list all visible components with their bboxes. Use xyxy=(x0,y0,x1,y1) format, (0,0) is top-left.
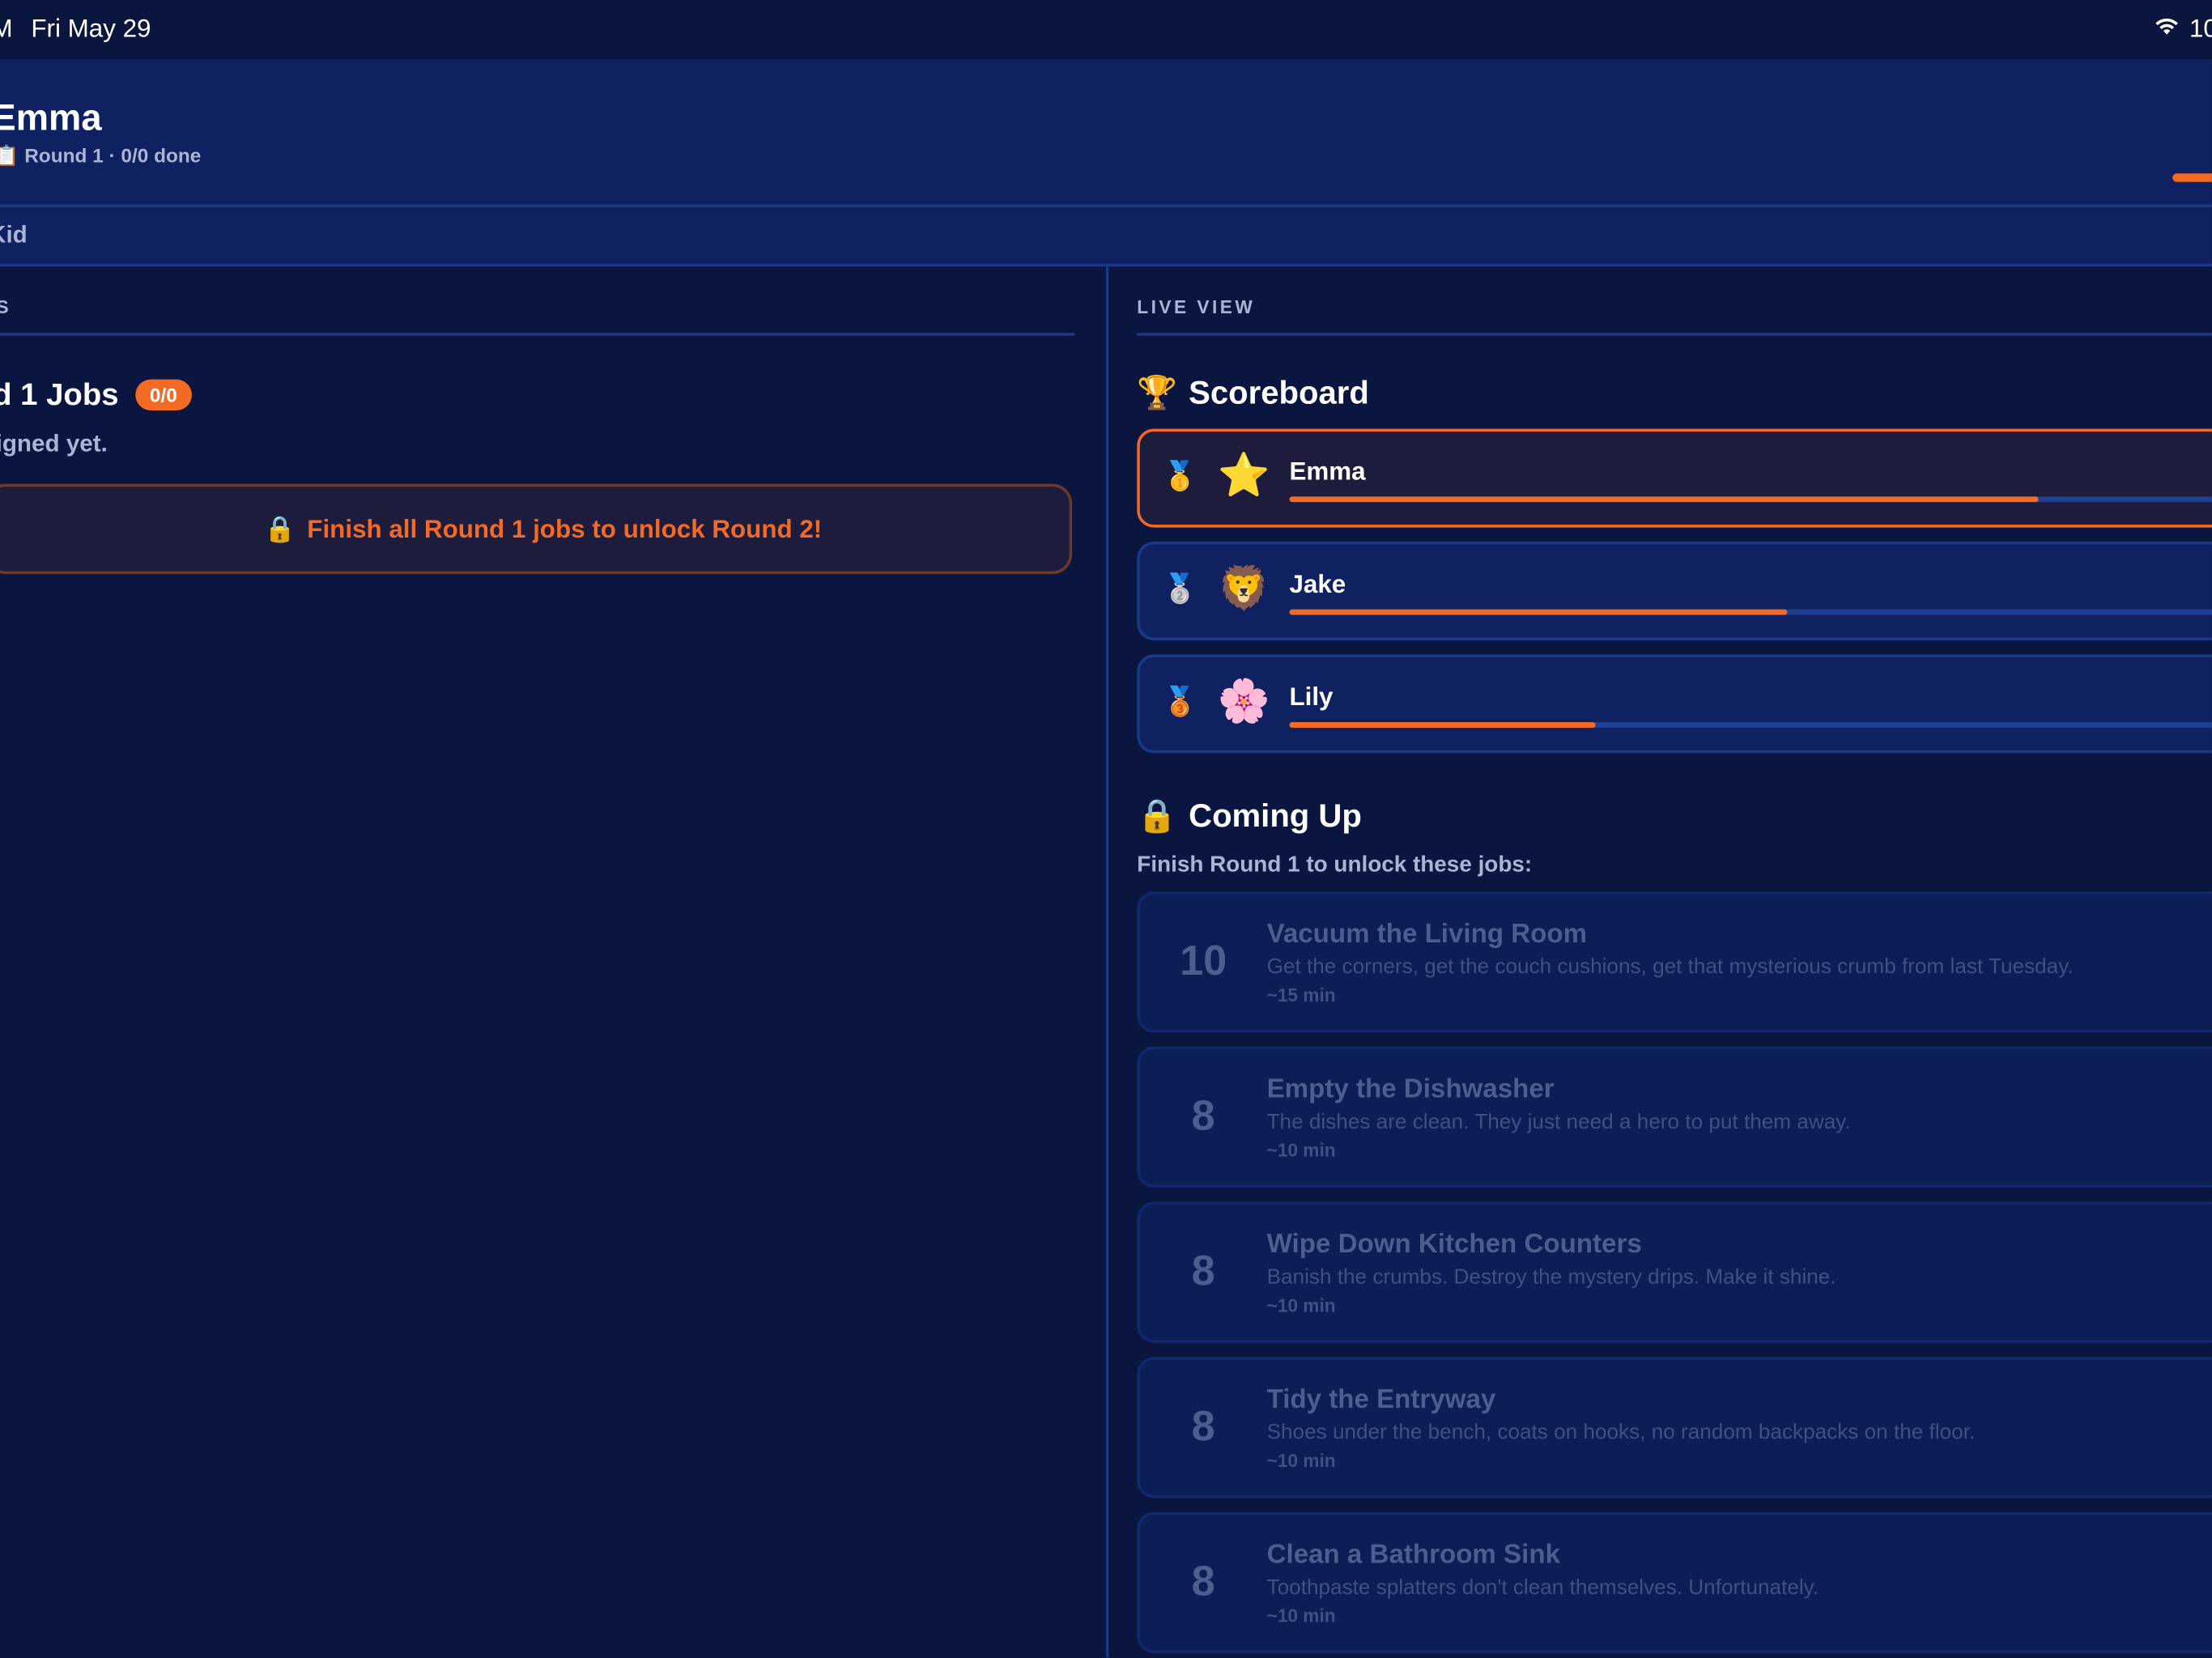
header-progress-bar xyxy=(2172,173,2212,182)
status-date: Fri May 29 xyxy=(31,14,151,43)
header: Emma 📋 Round 1 · 0/0 done xyxy=(0,59,2212,208)
job-description: Get the corners, get the couch cushions,… xyxy=(1266,954,2074,980)
job-description: The dishes are clean. They just need a h… xyxy=(1266,1110,1851,1134)
jobs-section-label: BS xyxy=(0,296,11,317)
locked-job-card: 8 Empty the Dishwasher The dishes are clea… xyxy=(1137,1046,2212,1188)
coming-up-heading: 🔒 Coming Up xyxy=(1137,797,1362,835)
player-progress-fill xyxy=(1289,722,1595,729)
scoreboard-title: Scoreboard xyxy=(1189,373,1369,411)
job-title: Tidy the Entryway xyxy=(1266,1384,1496,1415)
clipboard-icon: 📋 xyxy=(0,144,19,167)
scoreboard-heading: 🏆 Scoreboard xyxy=(1137,374,1369,412)
wifi-icon xyxy=(2153,14,2181,44)
jobs-section-divider xyxy=(0,333,1075,336)
job-points: 10 xyxy=(1180,937,1227,985)
rank-medal-icon: 🥈 xyxy=(1162,574,1198,606)
kid-switcher-bar[interactable]: Kid xyxy=(0,207,2212,267)
kid-switcher-label[interactable]: Kid xyxy=(0,222,28,250)
round-jobs-heading: und 1 Jobs 0/0 xyxy=(0,376,192,413)
job-title: Vacuum the Living Room xyxy=(1266,919,1588,950)
kid-name: Emma xyxy=(0,96,102,138)
coming-up-title: Coming Up xyxy=(1189,797,1362,834)
job-time-estimate: ~15 min xyxy=(1266,984,1336,1006)
live-view-label: LIVE VIEW xyxy=(1137,295,1256,318)
job-time-estimate: ~10 min xyxy=(1266,1139,1336,1161)
status-time: M xyxy=(0,14,13,42)
coming-up-note: Finish Round 1 to unlock these jobs: xyxy=(1137,853,1533,878)
status-left: M Fri May 29 xyxy=(0,14,151,44)
player-progress-track xyxy=(1289,609,2212,615)
scoreboard-row: 🥇 ⭐ Emma xyxy=(1137,428,2212,528)
player-name: Jake xyxy=(1289,569,1346,598)
job-time-estimate: ~10 min xyxy=(1266,1450,1336,1472)
job-time-estimate: ~10 min xyxy=(1266,1295,1336,1316)
player-name: Lily xyxy=(1289,682,1334,712)
locked-job-card: 10 Vacuum the Living Room Get the corners,… xyxy=(1137,891,2212,1033)
round-status-text: Round 1 · 0/0 done xyxy=(24,143,202,167)
lock-icon: 🔒 xyxy=(264,514,296,542)
battery-percent: 100 xyxy=(2189,14,2212,43)
round-jobs-title: und 1 Jobs xyxy=(0,376,119,412)
jobs-count-badge: 0/0 xyxy=(135,379,192,411)
live-view-panel: LIVE VIEW 🏆 Scoreboard 🥇 ⭐ Emma 🥈 🦁 Jake 🥉 🌸 Lil… xyxy=(1108,266,2212,1658)
job-title: Wipe Down Kitchen Counters xyxy=(1266,1230,1642,1260)
rank-medal-icon: 🥇 xyxy=(1162,461,1198,493)
player-avatar: 🦁 xyxy=(1217,565,1270,613)
unlock-round-banner: 🔒 Finish all Round 1 jobs to unlock Roun… xyxy=(0,483,1073,575)
rank-medal-icon: 🥉 xyxy=(1162,687,1198,718)
round-status: 📋 Round 1 · 0/0 done xyxy=(0,144,201,168)
locked-job-card: 8 Clean a Bathroom Sink Toothpaste splatte… xyxy=(1137,1511,2212,1653)
status-bar: M Fri May 29 100 xyxy=(0,0,2212,60)
player-progress-fill xyxy=(1289,609,1787,615)
no-jobs-note: ssigned yet. xyxy=(0,430,108,457)
job-points: 8 xyxy=(1191,1093,1215,1140)
player-progress-track xyxy=(1289,722,2212,729)
locked-job-card: 8 Tidy the Entryway Shoes under the bench,… xyxy=(1137,1357,2212,1499)
player-progress-track xyxy=(1289,496,2212,503)
job-description: Banish the crumbs. Destroy the mystery d… xyxy=(1266,1265,1836,1290)
scoreboard-row: 🥉 🌸 Lily xyxy=(1137,654,2212,754)
app-screen: M Fri May 29 100 Emma 📋 Round 1 · 0/0 do… xyxy=(0,0,2212,1658)
player-avatar: 🌸 xyxy=(1217,678,1270,725)
lock-icon: 🔒 xyxy=(1137,797,1178,834)
scoreboard-row: 🥈 🦁 Jake xyxy=(1137,542,2212,641)
job-title: Clean a Bathroom Sink xyxy=(1266,1540,1560,1571)
job-title: Empty the Dishwasher xyxy=(1266,1074,1555,1105)
job-time-estimate: ~10 min xyxy=(1266,1605,1336,1626)
live-view-divider xyxy=(1137,333,2212,336)
trophy-icon: 🏆 xyxy=(1137,373,1178,411)
player-name: Emma xyxy=(1289,457,1366,486)
jobs-panel: BS und 1 Jobs 0/0 ssigned yet. 🔒 Finish … xyxy=(0,266,1109,1658)
job-description: Toothpaste splatters don't clean themsel… xyxy=(1266,1575,1819,1600)
player-progress-fill xyxy=(1289,496,2039,503)
status-right: 100 xyxy=(2153,14,2212,44)
job-points: 8 xyxy=(1191,1403,1215,1451)
unlock-round-text: Finish all Round 1 jobs to unlock Round … xyxy=(307,514,823,542)
job-points: 8 xyxy=(1191,1558,1215,1605)
job-description: Shoes under the bench, coats on hooks, n… xyxy=(1266,1420,1976,1445)
job-points: 8 xyxy=(1191,1248,1215,1295)
player-avatar: ⭐ xyxy=(1217,453,1270,500)
locked-job-card: 8 Wipe Down Kitchen Counters Banish the cr… xyxy=(1137,1201,2212,1343)
